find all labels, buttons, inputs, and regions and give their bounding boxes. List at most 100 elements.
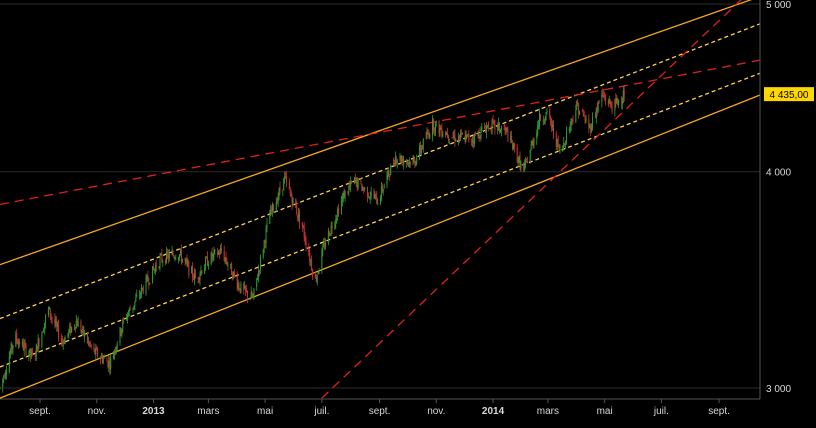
candle-body <box>139 295 141 297</box>
candle-body <box>223 250 225 261</box>
candle-body <box>55 321 57 325</box>
candle-body <box>83 326 85 336</box>
candle-body <box>206 257 208 259</box>
candle-body <box>57 325 59 327</box>
x-tick-label: sept. <box>708 406 730 417</box>
candle-body <box>491 120 493 131</box>
candle-body <box>69 325 71 331</box>
candle-body <box>90 344 92 348</box>
candle-body <box>337 209 339 217</box>
candle-body <box>155 265 157 269</box>
candle-body <box>116 343 118 349</box>
candle-body <box>180 250 182 262</box>
x-tick-label: nov. <box>427 406 445 417</box>
candle-body <box>549 109 551 117</box>
candle-body <box>525 160 527 163</box>
candle-body <box>312 269 314 276</box>
candle-body <box>523 163 525 170</box>
candle-body <box>31 351 33 357</box>
candle-body <box>259 270 261 272</box>
candle-body <box>572 119 574 122</box>
candle-body <box>296 206 298 215</box>
candle-body <box>74 327 76 329</box>
candle-body <box>159 256 161 267</box>
candle-body <box>207 263 209 266</box>
candle-body <box>507 131 509 142</box>
candle-body <box>171 251 173 255</box>
candle-body <box>516 146 518 162</box>
candle-body <box>422 138 424 150</box>
candle-body <box>552 125 554 127</box>
candle-body <box>387 169 389 176</box>
candle-body <box>18 342 20 346</box>
candle-body <box>168 253 170 258</box>
candle-body <box>517 161 519 164</box>
candle-body <box>529 150 531 164</box>
candle-body <box>623 90 625 99</box>
candle-body <box>343 192 345 199</box>
candle-body <box>68 330 70 335</box>
candle-body <box>123 319 125 321</box>
candle-body <box>399 155 401 161</box>
candle-body <box>82 327 84 330</box>
candle-body <box>537 125 539 135</box>
candle-body <box>477 131 479 136</box>
x-tick-label: mai <box>257 406 273 417</box>
candle-body <box>478 132 480 139</box>
candle-body <box>505 128 507 130</box>
candle-body <box>601 94 603 102</box>
candle-body <box>557 138 559 145</box>
candle-body <box>75 320 77 329</box>
candle-body <box>108 360 110 368</box>
candle-body <box>519 155 521 169</box>
candle-body <box>87 341 89 343</box>
candle-body <box>50 316 52 318</box>
candle-body <box>575 110 577 123</box>
candle-body <box>327 230 329 243</box>
candle-body <box>178 257 180 261</box>
candle-body <box>276 200 278 204</box>
candle-body <box>192 266 194 277</box>
candle-body <box>272 204 274 211</box>
candle-body <box>259 256 261 270</box>
candle-body <box>472 140 474 142</box>
candle-body <box>325 242 327 247</box>
candle-body <box>258 270 260 277</box>
candle-body <box>96 348 98 350</box>
candle-body <box>539 114 541 121</box>
candle-body <box>297 215 299 218</box>
candle-body <box>615 98 617 103</box>
candle-body <box>479 136 481 139</box>
candle-body <box>395 158 397 163</box>
candle-body <box>71 327 73 332</box>
candle-body <box>271 210 273 211</box>
candle-body <box>432 119 434 136</box>
candle-body <box>135 297 137 302</box>
candle-body <box>28 354 30 357</box>
candle-body <box>127 312 129 317</box>
candle-body <box>102 358 104 363</box>
candle-body <box>179 250 181 254</box>
candle-body <box>172 251 174 256</box>
candle-body <box>566 132 568 144</box>
candle-body <box>361 183 363 192</box>
x-tick-label: nov. <box>88 406 106 417</box>
candle-body <box>533 139 535 146</box>
candle-body <box>494 120 496 130</box>
candle-body <box>618 100 620 105</box>
candle-body <box>419 145 421 157</box>
candle-body <box>329 233 331 235</box>
candle-body <box>311 260 313 270</box>
candle-body <box>230 264 232 265</box>
candle-body <box>379 197 381 204</box>
candle-body <box>113 350 115 355</box>
candle-body <box>97 348 99 357</box>
candle-body <box>597 101 599 112</box>
candle-body <box>148 282 150 285</box>
candle-body <box>349 186 351 188</box>
candle-body <box>576 101 578 110</box>
candle-body <box>185 259 187 261</box>
candle-body <box>447 135 449 139</box>
candle-body <box>330 224 332 233</box>
candle-body <box>141 287 143 289</box>
